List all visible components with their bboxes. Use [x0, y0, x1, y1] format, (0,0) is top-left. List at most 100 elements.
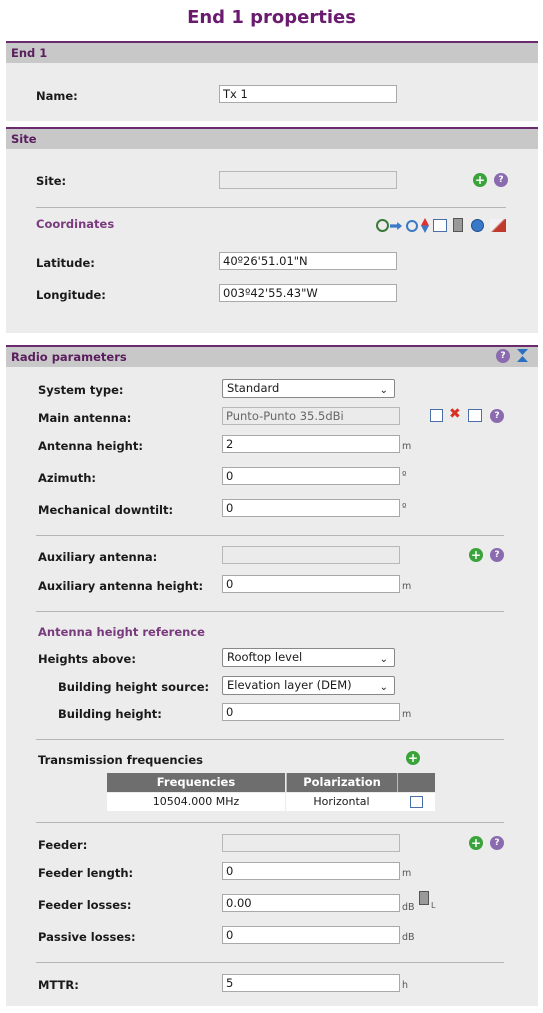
compass-icon[interactable]	[421, 218, 429, 233]
longitude-input[interactable]: 003º42'55.43"W	[219, 284, 397, 302]
column-header-polarization[interactable]: Polarization	[286, 773, 397, 792]
divider	[36, 739, 504, 740]
unit-label: dB	[402, 932, 415, 943]
coordinates-heading: Coordinates	[36, 217, 115, 231]
add-aux-antenna-icon[interactable]: +	[469, 548, 483, 562]
aux-antenna-label: Auxiliary antenna:	[38, 550, 158, 564]
main-antenna-label: Main antenna:	[38, 411, 132, 425]
divider	[36, 962, 504, 963]
height-reference-heading: Antenna height reference	[38, 625, 205, 639]
feeder-input[interactable]	[222, 834, 400, 852]
latitude-label: Latitude:	[36, 256, 95, 270]
delete-icon[interactable]: ✖	[449, 407, 463, 421]
longitude-label: Longitude:	[36, 288, 106, 302]
help-icon[interactable]: ?	[490, 836, 504, 850]
unit-label: dB	[402, 902, 415, 913]
end1-panel: Name: Tx 1	[6, 63, 538, 121]
column-header-actions	[397, 773, 435, 792]
site-input[interactable]	[219, 171, 397, 189]
feeder-length-input[interactable]: 0	[222, 862, 400, 880]
azimuth-input[interactable]: 0	[222, 467, 400, 485]
mttr-input[interactable]: 5	[222, 974, 400, 992]
unit-label: m	[402, 441, 412, 452]
building-height-source-value: Elevation layer (DEM)	[227, 678, 352, 692]
site-label: Site:	[36, 174, 67, 188]
globe-icon[interactable]	[471, 219, 484, 232]
unit-label: m	[402, 709, 412, 720]
building-height-source-select[interactable]: Elevation layer (DEM) ⌄	[222, 676, 395, 695]
name-label: Name:	[36, 89, 78, 103]
unit-label: º	[402, 502, 407, 513]
antenna-height-label: Antenna height:	[38, 439, 143, 453]
radio-panel: System type: Standard ⌄ Main antenna: Pun…	[6, 367, 538, 1006]
calculator-sub-label: L	[431, 901, 436, 910]
downtilt-label: Mechanical downtilt:	[38, 503, 174, 517]
section-header-radio[interactable]: Radio parameters	[6, 345, 538, 367]
divider	[36, 535, 504, 536]
aux-antenna-input[interactable]	[222, 546, 400, 564]
column-header-frequencies[interactable]: Frequencies	[107, 773, 285, 792]
edit-list-icon[interactable]	[409, 796, 423, 808]
help-icon[interactable]: ?	[496, 349, 510, 363]
section-header-end1[interactable]: End 1	[6, 41, 538, 63]
locate-icon[interactable]	[376, 219, 389, 232]
heights-above-label: Heights above:	[38, 652, 136, 666]
chevron-down-icon: ⌄	[379, 654, 388, 665]
chevron-down-icon: ⌄	[379, 682, 388, 693]
building-height-label: Building height:	[58, 707, 162, 721]
feeder-length-label: Feeder length:	[38, 866, 134, 880]
table-add-icon[interactable]	[433, 219, 447, 232]
site-panel: Site: + ? Coordinates Latitude: 40º26'51…	[6, 149, 538, 333]
table-cell-actions	[397, 793, 435, 811]
downtilt-input[interactable]: 0	[222, 499, 400, 517]
name-input[interactable]: Tx 1	[219, 85, 397, 103]
divider	[36, 822, 504, 823]
collapse-icon[interactable]	[517, 349, 528, 363]
coordinate-tools	[376, 218, 509, 234]
unit-label: h	[402, 980, 409, 991]
antenna-height-input[interactable]: 2	[222, 435, 400, 453]
table-cell-frequency[interactable]: 10504.000 MHz	[107, 793, 285, 811]
building-height-source-label: Building height source:	[58, 680, 210, 694]
feeder-label: Feeder:	[38, 838, 88, 852]
add-site-icon[interactable]: +	[473, 173, 487, 187]
table-add-icon[interactable]	[468, 409, 482, 422]
heights-above-value: Rooftop level	[227, 650, 303, 664]
tx-frequencies-label: Transmission frequencies	[38, 753, 203, 767]
aux-height-input[interactable]: 0	[222, 575, 400, 593]
antenna-list-icon[interactable]	[430, 409, 443, 422]
system-type-select[interactable]: Standard ⌄	[222, 379, 395, 398]
unit-label: º	[402, 470, 407, 481]
calculator-icon[interactable]	[419, 891, 429, 905]
divider	[36, 207, 506, 208]
add-frequency-icon[interactable]: +	[406, 751, 420, 765]
unit-label: m	[402, 581, 412, 592]
help-icon[interactable]: ?	[490, 548, 504, 562]
table-cell-polarization[interactable]: Horizontal	[286, 793, 397, 811]
feeder-losses-label: Feeder losses:	[38, 898, 132, 912]
system-type-value: Standard	[227, 381, 280, 395]
help-icon[interactable]: ?	[490, 409, 504, 423]
refresh-icon[interactable]	[406, 220, 418, 232]
main-antenna-input[interactable]: Punto-Punto 35.5dBi	[222, 407, 400, 425]
add-feeder-icon[interactable]: +	[469, 836, 483, 850]
building-height-input[interactable]: 0	[222, 703, 400, 721]
passive-losses-label: Passive losses:	[38, 930, 136, 944]
go-arrow-icon[interactable]	[390, 222, 402, 230]
page-title: End 1 properties	[187, 7, 356, 28]
divider	[36, 611, 504, 612]
help-icon[interactable]: ?	[494, 173, 508, 187]
heights-above-select[interactable]: Rooftop level ⌄	[222, 648, 395, 667]
unit-label: m	[402, 868, 412, 879]
profile-icon[interactable]	[490, 219, 506, 232]
feeder-losses-input[interactable]: 0.00	[222, 894, 400, 912]
latitude-input[interactable]: 40º26'51.01"N	[219, 252, 397, 270]
system-type-label: System type:	[38, 383, 124, 397]
mttr-label: MTTR:	[38, 978, 79, 992]
chevron-down-icon: ⌄	[379, 385, 388, 396]
calculator-icon[interactable]	[453, 218, 463, 232]
section-header-site[interactable]: Site	[6, 127, 538, 149]
aux-height-label: Auxiliary antenna height:	[38, 579, 204, 593]
passive-losses-input[interactable]: 0	[222, 926, 400, 944]
azimuth-label: Azimuth:	[38, 471, 96, 485]
